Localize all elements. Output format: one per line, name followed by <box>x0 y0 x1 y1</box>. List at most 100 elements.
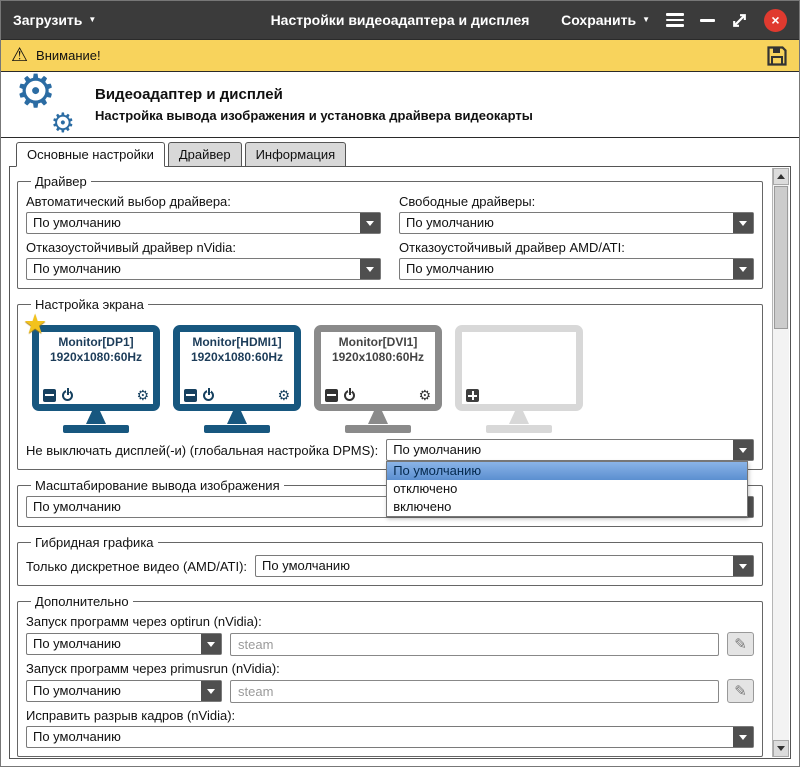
monitor-base <box>204 425 270 433</box>
monitor-settings-icon[interactable]: ⚙ <box>418 388 431 402</box>
monitor-power-icon[interactable] <box>203 390 214 401</box>
monitor-power-icon[interactable] <box>62 390 73 401</box>
dropdown-option-off[interactable]: отключено <box>387 480 747 498</box>
primusrun-apps-input[interactable] <box>230 680 719 703</box>
combo-arrow-button[interactable] <box>733 259 753 279</box>
chevron-down-icon <box>739 735 747 740</box>
chevron-down-icon <box>739 221 747 226</box>
chevron-down-icon: ▼ <box>88 16 96 24</box>
hamburger-menu-icon[interactable] <box>666 10 684 30</box>
failsafe-nvidia-select[interactable]: По умолчанию <box>26 258 381 280</box>
combo-arrow-button[interactable] <box>733 727 753 747</box>
combo-arrow-button[interactable] <box>360 259 380 279</box>
combo-arrow-button[interactable] <box>733 213 753 233</box>
monitor-settings-icon[interactable]: ⚙ <box>136 388 149 402</box>
combo-value: По умолчанию <box>256 556 733 576</box>
discrete-video-select[interactable]: По умолчанию <box>255 555 754 577</box>
primusrun-edit-button[interactable]: ✎ <box>727 679 754 703</box>
field-label: Свободные драйверы: <box>399 194 754 209</box>
optirun-apps-input[interactable] <box>230 633 719 656</box>
resize-window-icon[interactable] <box>731 12 748 29</box>
monitor-base <box>345 425 411 433</box>
monitor-resolution: 1920x1080:60Hz <box>39 350 153 365</box>
monitor-screen[interactable]: Monitor[DP1] 1920x1080:60Hz ⚙ <box>32 325 160 411</box>
combo-value: По умолчанию <box>27 634 201 654</box>
scroll-up-button[interactable] <box>773 168 789 185</box>
monitor-stand <box>86 411 106 424</box>
monitor-remove-button[interactable] <box>43 389 56 402</box>
monitor-stand <box>368 411 388 424</box>
monitor-screen <box>455 325 583 411</box>
combo-arrow-button[interactable] <box>360 213 380 233</box>
chevron-down-icon <box>366 267 374 272</box>
warning-text: Внимание! <box>36 48 101 63</box>
tab-bar: Основные настройки Драйвер Информация <box>16 142 799 167</box>
monitor-hdmi1[interactable]: Monitor[HDMI1] 1920x1080:60Hz ⚙ <box>173 325 301 433</box>
scrollbar-thumb[interactable] <box>774 186 788 329</box>
failsafe-amd-select[interactable]: По умолчанию <box>399 258 754 280</box>
dpms-label: Не выключать дисплей(-и) (глобальная нас… <box>26 443 378 458</box>
chevron-down-icon <box>739 267 747 272</box>
save-file-icon[interactable] <box>765 44 789 68</box>
optirun-select[interactable]: По умолчанию <box>26 633 222 655</box>
hybrid-group-legend: Гибридная графика <box>31 535 158 550</box>
page-subtitle: Настройка вывода изображения и установка… <box>95 108 533 123</box>
combo-arrow-button[interactable] <box>733 440 753 460</box>
monitor-power-icon[interactable] <box>344 390 355 401</box>
monitor-settings-icon[interactable]: ⚙ <box>277 388 290 402</box>
pencil-icon: ✎ <box>734 635 747 653</box>
warning-bar: ⚠ Внимание! <box>1 39 799 72</box>
chevron-down-icon <box>739 448 747 453</box>
dropdown-option-on[interactable]: включено <box>387 498 747 516</box>
main-content: Драйвер Автоматический выбор драйвера: П… <box>9 166 791 759</box>
optirun-edit-button[interactable]: ✎ <box>727 632 754 656</box>
monitor-screen[interactable]: Monitor[HDMI1] 1920x1080:60Hz ⚙ <box>173 325 301 411</box>
monitor-name: Monitor[DP1] <box>39 335 153 350</box>
minimize-button[interactable] <box>700 19 715 22</box>
extra-group-legend: Дополнительно <box>31 594 133 609</box>
load-menu-label: Загрузить <box>13 12 82 28</box>
monitor-add-slot[interactable] <box>455 325 583 433</box>
auto-driver-select[interactable]: По умолчанию <box>26 212 381 234</box>
page-title: Видеоадаптер и дисплей <box>95 86 533 103</box>
primusrun-select[interactable]: По умолчанию <box>26 680 222 702</box>
combo-arrow-button[interactable] <box>201 681 221 701</box>
combo-arrow-button[interactable] <box>733 556 753 576</box>
scaling-group-legend: Масштабирование вывода изображения <box>31 478 284 493</box>
primusrun-label: Запуск программ через primusrun (nVidia)… <box>26 661 754 676</box>
chevron-down-icon <box>207 689 215 694</box>
tearing-select[interactable]: По умолчанию <box>26 726 754 748</box>
driver-group: Драйвер Автоматический выбор драйвера: П… <box>17 174 763 289</box>
monitor-add-button[interactable] <box>466 389 479 402</box>
save-menu-button[interactable]: Сохранить ▼ <box>561 12 650 28</box>
combo-value: По умолчанию <box>27 681 201 701</box>
chevron-down-icon: ▼ <box>642 16 650 24</box>
hybrid-label: Только дискретное видео (AMD/ATI): <box>26 559 247 574</box>
monitor-screen[interactable]: Monitor[DVI1] 1920x1080:60Hz ⚙ <box>314 325 442 411</box>
tab-information[interactable]: Информация <box>245 142 347 167</box>
combo-arrow-button[interactable] <box>201 634 221 654</box>
app-window: Настройки видеоадаптера и дисплея Загруз… <box>0 0 800 767</box>
optirun-label: Запуск программ через optirun (nVidia): <box>26 614 754 629</box>
chevron-down-icon <box>207 642 215 647</box>
dpms-select[interactable]: По умолчанию По умолчанию отключено вклю… <box>386 439 754 461</box>
dropdown-option-default[interactable]: По умолчанию <box>387 462 747 480</box>
close-button[interactable]: × <box>764 9 787 32</box>
field-label: Автоматический выбор драйвера: <box>26 194 381 209</box>
page-header: ⚙ ⚙ Видеоадаптер и дисплей Настройка выв… <box>1 72 799 138</box>
free-drivers-select[interactable]: По умолчанию <box>399 212 754 234</box>
screen-group: Настройка экрана ★ Monitor[DP1] 1920x108… <box>17 297 763 470</box>
monitor-remove-button[interactable] <box>184 389 197 402</box>
tab-driver[interactable]: Драйвер <box>168 142 242 167</box>
scroll-down-button[interactable] <box>773 740 789 757</box>
monitor-dvi1[interactable]: Monitor[DVI1] 1920x1080:60Hz ⚙ <box>314 325 442 433</box>
monitor-remove-button[interactable] <box>325 389 338 402</box>
combo-value: По умолчанию <box>387 440 733 460</box>
tab-main-settings[interactable]: Основные настройки <box>16 142 165 167</box>
load-menu-button[interactable]: Загрузить ▼ <box>13 12 96 28</box>
monitor-resolution: 1920x1080:60Hz <box>321 350 435 365</box>
dpms-dropdown-list: По умолчанию отключено включено <box>386 461 748 517</box>
driver-group-legend: Драйвер <box>31 174 91 189</box>
monitor-dp1[interactable]: ★ Monitor[DP1] 1920x1080:60Hz ⚙ <box>32 325 160 433</box>
vertical-scrollbar[interactable] <box>772 168 789 757</box>
